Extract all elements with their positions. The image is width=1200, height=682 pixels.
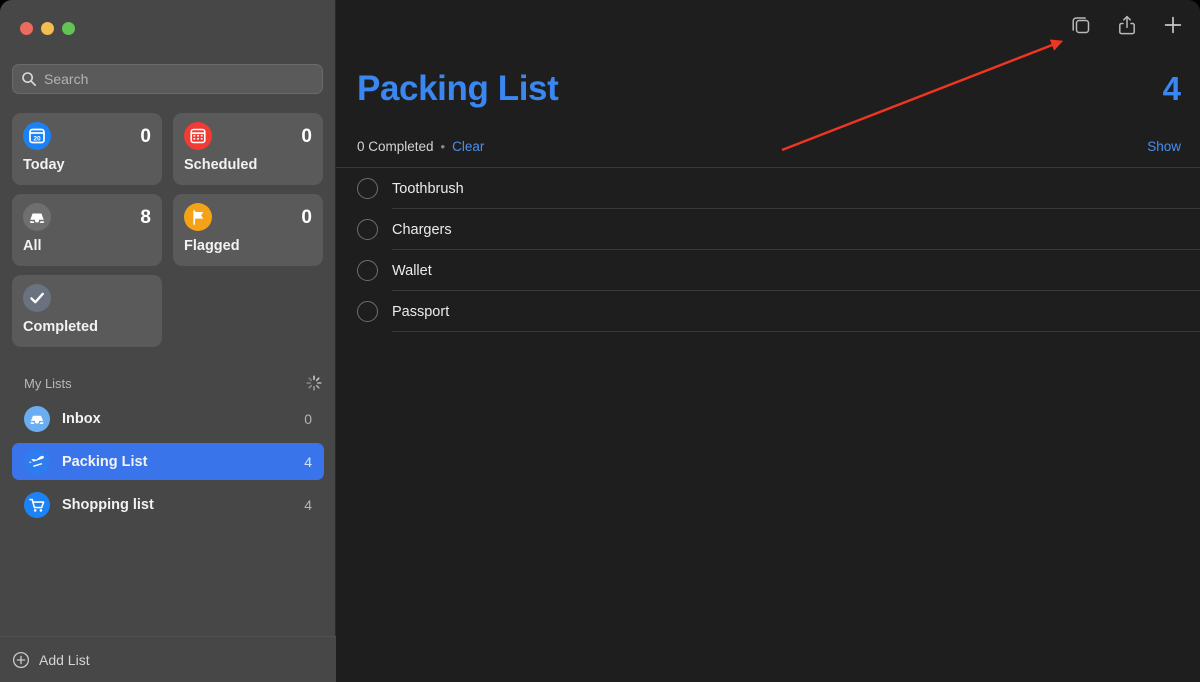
flag-icon [184,203,212,231]
inbox-icon [24,405,50,432]
reminder-title: Chargers [392,221,452,238]
share-icon [1115,13,1139,42]
reminder-title: Wallet [392,262,432,279]
cart-icon [24,491,50,518]
reminders-window: 20 0 Today [0,0,1200,682]
sidebar-item-label: Shopping list [62,496,154,513]
smart-list-all[interactable]: 8 All [12,194,162,266]
reminder-checkbox[interactable] [357,178,378,199]
add-reminder-button[interactable] [1160,14,1186,40]
my-lists-title: My Lists [24,375,72,391]
search-icon [21,71,37,87]
meta-separator: • [440,139,446,154]
reminder-row[interactable]: Passport [336,291,1200,332]
my-lists-rows: Inbox 0 Packing List 4 Shopping list 4 [12,400,324,529]
sidebar-item-shopping-list[interactable]: Shopping list 4 [12,486,324,523]
sidebar-item-packing-list[interactable]: Packing List 4 [12,443,324,480]
sidebar-item-inbox[interactable]: Inbox 0 [12,400,324,437]
smart-list-completed[interactable]: Completed [12,275,162,347]
smart-list-count: 8 [140,206,151,228]
smart-list-count: 0 [301,125,312,147]
add-list-button[interactable]: Add List [0,636,336,682]
svg-text:20: 20 [33,135,41,142]
minimize-window-button[interactable] [41,22,54,35]
reminders-list: Toothbrush Chargers Wallet Passport [336,168,1200,332]
duplicate-button[interactable] [1068,14,1094,40]
reminder-checkbox[interactable] [357,219,378,240]
smart-lists-grid: 20 0 Today 0 Scheduled 8 All 0 Flagged C… [12,113,324,347]
calendar-icon [184,122,212,150]
smart-list-count: 0 [140,125,151,147]
calendar-today-icon: 20 [23,122,51,150]
duplicate-icon [1069,13,1093,42]
reminder-row[interactable]: Toothbrush [336,168,1200,209]
maximize-window-button[interactable] [62,22,75,35]
main-panel: Packing List 4 0 Completed • Clear Show … [336,0,1200,682]
list-meta-row: 0 Completed • Clear Show [357,139,1181,154]
smart-list-label: Completed [23,319,98,335]
smart-list-today[interactable]: 20 0 Today [12,113,162,185]
smart-list-scheduled[interactable]: 0 Scheduled [173,113,323,185]
main-toolbar [1068,14,1186,40]
page-title: Packing List [357,69,559,108]
add-list-label: Add List [39,651,90,668]
reminder-count: 4 [1162,70,1181,107]
smart-list-label: Flagged [184,238,240,254]
search-field[interactable] [12,64,323,94]
airplane-icon [24,448,50,475]
reminder-title: Passport [392,303,450,320]
smart-list-label: All [23,238,42,254]
sidebar-item-count: 4 [304,453,312,470]
share-button[interactable] [1114,14,1140,40]
smart-list-flagged[interactable]: 0 Flagged [173,194,323,266]
sidebar-item-label: Packing List [62,453,148,470]
smart-list-label: Scheduled [184,157,258,173]
sidebar-item-count: 0 [304,410,312,427]
plus-icon [1161,13,1185,42]
my-lists-header: My Lists [24,374,323,392]
search-input[interactable] [44,71,314,87]
smart-list-count: 0 [301,206,312,228]
sidebar: 20 0 Today [0,0,336,682]
reminder-title: Toothbrush [392,180,464,197]
reminder-row[interactable]: Wallet [336,250,1200,291]
reminder-checkbox[interactable] [357,301,378,322]
plus-circle-icon [12,651,30,669]
completed-count-label: 0 Completed [357,139,434,154]
show-completed-button[interactable]: Show [1147,139,1181,154]
close-window-button[interactable] [20,22,33,35]
activity-spinner-icon [305,374,323,392]
reminder-row[interactable]: Chargers [336,209,1200,250]
sidebar-item-label: Inbox [62,410,101,427]
clear-completed-button[interactable]: Clear [452,139,484,154]
sidebar-item-count: 4 [304,496,312,513]
reminder-checkbox[interactable] [357,260,378,281]
smart-list-label: Today [23,157,65,173]
inbox-tray-icon [23,203,51,231]
traffic-lights [20,22,75,35]
checkmark-icon [23,284,51,312]
